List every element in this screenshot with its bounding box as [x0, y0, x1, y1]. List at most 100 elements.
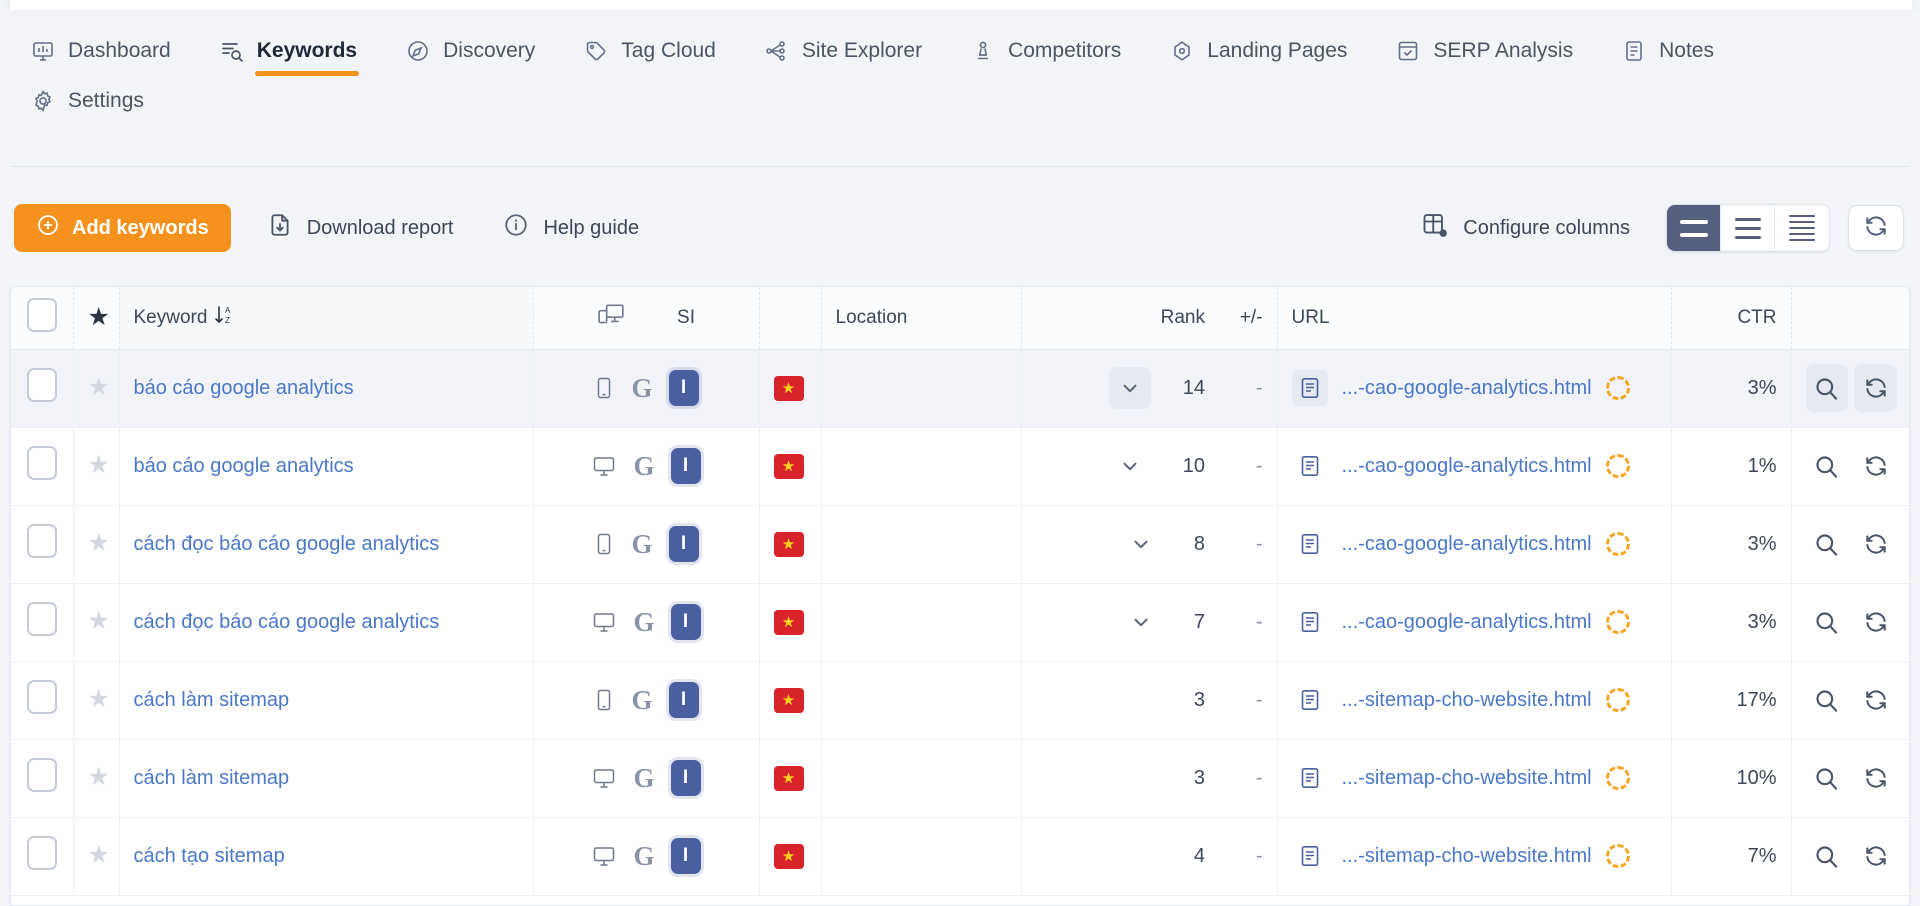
- inspect-serp-button[interactable]: [1805, 364, 1849, 412]
- index-badge[interactable]: I: [668, 370, 699, 406]
- refresh-row-button[interactable]: [1854, 442, 1897, 490]
- star-icon[interactable]: ★: [88, 303, 110, 331]
- nav-tab-discovery[interactable]: Discovery: [403, 28, 537, 78]
- row-checkbox[interactable]: [26, 446, 57, 480]
- devices-icon: [597, 302, 625, 334]
- keyword-link[interactable]: báo cáo google analytics: [134, 455, 354, 477]
- download-report-button[interactable]: Download report: [253, 204, 468, 252]
- page-document-icon[interactable]: [1291, 370, 1328, 406]
- header-ctr[interactable]: CTR: [1671, 287, 1792, 350]
- table-row[interactable]: ★ cách đọc báo cáo google analytics G I ★ 8 -.…: [11, 505, 1909, 584]
- keyword-link[interactable]: cách đọc báo cáo google analytics: [134, 611, 440, 633]
- header-keyword[interactable]: Keyword A Z: [119, 287, 534, 350]
- table-row[interactable]: ★ cách đọc báo cáo google analytics G I ★ 7 -.…: [11, 583, 1909, 662]
- table-row[interactable]: ★ báo cáo google analytics G I ★ 10 - ...-cao-g…: [11, 427, 1909, 506]
- page-document-icon[interactable]: [1292, 682, 1328, 718]
- expand-rank-chevron-icon[interactable]: [1109, 445, 1151, 487]
- nav-tab-landing-pages[interactable]: Landing Pages: [1167, 28, 1349, 78]
- keyword-link[interactable]: cách đọc báo cáo google analytics: [134, 533, 440, 555]
- url-link[interactable]: ...-cao-google-analytics.html: [1342, 455, 1592, 478]
- inspect-serp-button[interactable]: [1806, 598, 1849, 646]
- star-icon[interactable]: ★: [88, 685, 110, 713]
- nav-tab-tag-cloud[interactable]: Tag Cloud: [581, 28, 718, 78]
- page-document-icon[interactable]: [1292, 838, 1328, 874]
- ctr-cell: 10%: [1671, 739, 1792, 818]
- page-document-icon[interactable]: [1292, 604, 1328, 640]
- refresh-row-button[interactable]: [1854, 754, 1897, 802]
- star-icon[interactable]: ★: [88, 451, 110, 479]
- inspect-serp-button[interactable]: [1806, 442, 1849, 490]
- expand-rank-chevron-icon[interactable]: [1120, 523, 1162, 565]
- density-option-compact[interactable]: [1775, 205, 1829, 251]
- star-icon[interactable]: ★: [88, 607, 110, 635]
- page-document-icon[interactable]: [1292, 760, 1328, 796]
- header-rank[interactable]: Rank: [1021, 287, 1219, 350]
- refresh-row-button[interactable]: [1854, 520, 1897, 568]
- inspect-serp-button[interactable]: [1806, 754, 1849, 802]
- configure-columns-button[interactable]: Configure columns: [1411, 204, 1640, 252]
- header-url[interactable]: URL: [1277, 287, 1672, 350]
- refresh-row-button[interactable]: [1854, 598, 1897, 646]
- row-checkbox[interactable]: [26, 602, 57, 636]
- delta-value: -: [1255, 766, 1263, 789]
- density-option-comfortable[interactable]: [1667, 205, 1721, 251]
- nav-tab-settings[interactable]: Settings: [28, 78, 146, 128]
- row-checkbox[interactable]: [26, 368, 57, 402]
- expand-rank-chevron-icon[interactable]: [1108, 367, 1151, 409]
- refresh-row-button[interactable]: [1854, 676, 1897, 724]
- rank-value: 10: [1182, 454, 1205, 477]
- select-all-checkbox[interactable]: [26, 297, 57, 332]
- keyword-link[interactable]: báo cáo google analytics: [134, 377, 354, 399]
- star-icon[interactable]: ★: [88, 763, 110, 791]
- url-link[interactable]: ...-sitemap-cho-website.html: [1342, 845, 1592, 868]
- index-badge[interactable]: I: [670, 448, 701, 484]
- url-cell: ...-sitemap-cho-website.html: [1277, 661, 1672, 740]
- index-badge[interactable]: I: [670, 838, 701, 874]
- keyword-link[interactable]: cách làm sitemap: [134, 689, 290, 711]
- page-document-icon[interactable]: [1292, 448, 1328, 484]
- star-icon[interactable]: ★: [88, 529, 110, 557]
- nav-tab-dashboard[interactable]: Dashboard: [28, 28, 173, 78]
- inspect-serp-button[interactable]: [1806, 676, 1849, 724]
- add-keywords-button[interactable]: Add keywords: [14, 204, 231, 252]
- inspect-serp-button[interactable]: [1806, 520, 1849, 568]
- star-icon[interactable]: ★: [88, 841, 110, 869]
- nav-tab-notes[interactable]: Notes: [1619, 28, 1716, 78]
- nav-tab-serp-analysis[interactable]: SERP Analysis: [1393, 28, 1575, 78]
- url-link[interactable]: ...-sitemap-cho-website.html: [1342, 689, 1592, 712]
- help-guide-button[interactable]: Help guide: [489, 204, 653, 252]
- vietnam-flag-icon: ★: [773, 843, 804, 869]
- index-badge[interactable]: I: [668, 682, 699, 718]
- table-row[interactable]: ★ báo cáo google analytics G I ★ 14 - ...-cao-g…: [11, 349, 1909, 428]
- table-row[interactable]: ★ cách làm sitemap G I ★ 3 - ...-sitemap-cho-we…: [11, 661, 1909, 740]
- url-link[interactable]: ...-sitemap-cho-website.html: [1342, 767, 1592, 790]
- table-row[interactable]: ★ cách làm sitemap G I ★ 3 - ...-sitemap-cho-we…: [11, 739, 1909, 818]
- refresh-table-button[interactable]: [1848, 205, 1904, 251]
- nav-tab-competitors[interactable]: Competitors: [968, 28, 1123, 78]
- nav-tab-keywords[interactable]: Keywords: [217, 28, 360, 78]
- url-link[interactable]: ...-cao-google-analytics.html: [1342, 533, 1592, 556]
- refresh-row-button[interactable]: [1854, 364, 1897, 412]
- nav-tab-site-explorer[interactable]: Site Explorer: [762, 28, 924, 78]
- rank-value: 8: [1193, 532, 1205, 555]
- star-icon[interactable]: ★: [88, 373, 110, 401]
- index-badge[interactable]: I: [670, 604, 701, 640]
- keyword-link[interactable]: cách làm sitemap: [134, 767, 290, 789]
- table-row[interactable]: ★ cách tạo sitemap G I ★ 4 - ...-sitemap-cho-we…: [11, 817, 1909, 896]
- index-badge[interactable]: I: [670, 760, 701, 796]
- row-checkbox[interactable]: [26, 680, 57, 714]
- header-delta[interactable]: +/-: [1219, 287, 1278, 350]
- row-checkbox[interactable]: [26, 758, 57, 792]
- index-badge[interactable]: I: [668, 526, 699, 562]
- row-checkbox[interactable]: [26, 524, 57, 558]
- url-link[interactable]: ...-cao-google-analytics.html: [1342, 611, 1592, 634]
- keyword-link[interactable]: cách tạo sitemap: [134, 845, 285, 867]
- density-option-normal[interactable]: [1721, 205, 1775, 251]
- expand-rank-chevron-icon[interactable]: [1120, 601, 1162, 643]
- inspect-serp-button[interactable]: [1806, 832, 1849, 880]
- refresh-row-button[interactable]: [1854, 832, 1897, 880]
- url-link[interactable]: ...-cao-google-analytics.html: [1342, 377, 1592, 400]
- vietnam-flag-icon: ★: [773, 609, 804, 635]
- row-checkbox[interactable]: [26, 836, 57, 870]
- page-document-icon[interactable]: [1292, 526, 1328, 562]
